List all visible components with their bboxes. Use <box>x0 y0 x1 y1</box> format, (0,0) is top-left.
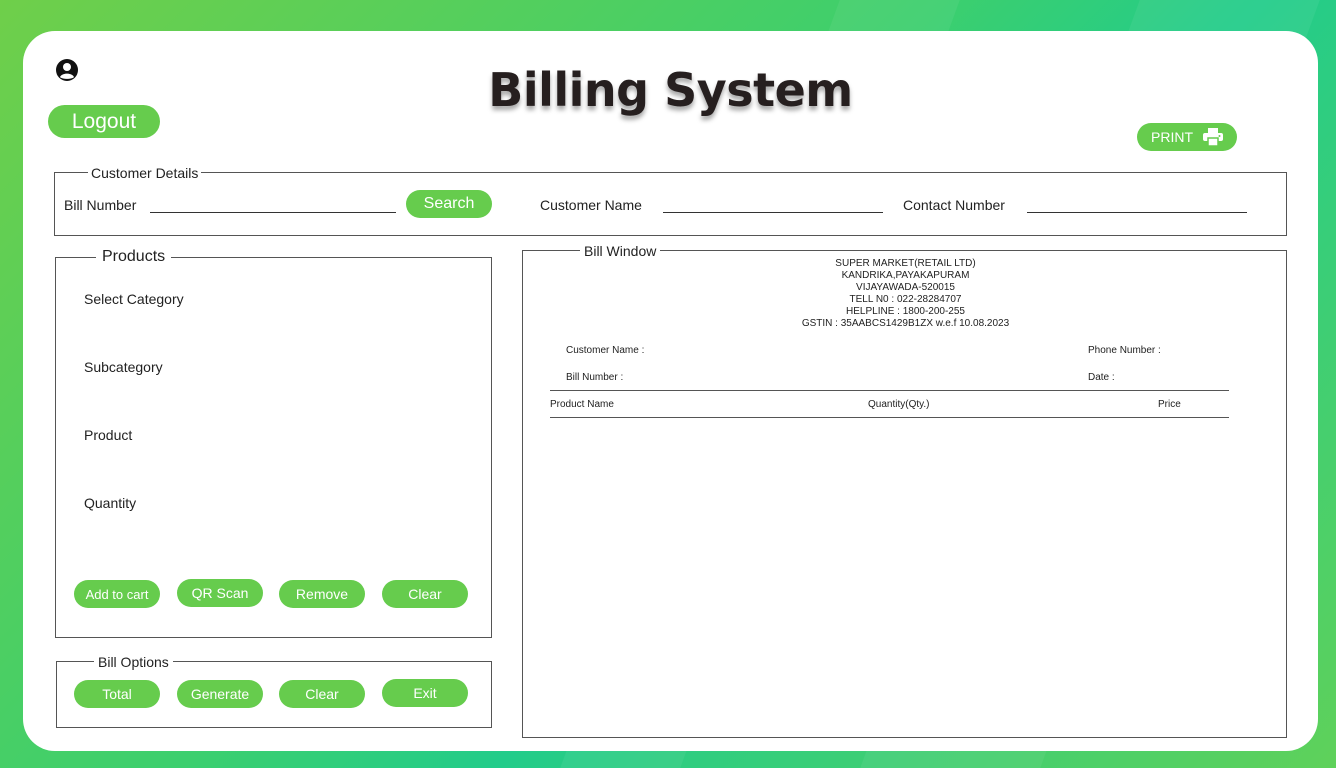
store-city: VIJAYAWADA-520015 <box>856 282 955 293</box>
generate-button[interactable]: Generate <box>177 680 263 708</box>
column-quantity: Quantity(Qty.) <box>868 399 930 410</box>
printer-icon <box>1203 128 1223 146</box>
qr-scan-button[interactable]: QR Scan <box>177 579 263 607</box>
customer-details-panel: Customer Details Bill Number Search Cust… <box>54 165 1287 236</box>
column-price: Price <box>1158 399 1181 410</box>
store-address: KANDRIKA,PAYAKAPURAM <box>841 270 970 281</box>
bill-number-display-label: Bill Number : <box>566 372 624 383</box>
subcategory-label: Subcategory <box>84 359 163 375</box>
bill-options-legend: Bill Options <box>94 654 173 670</box>
main-card: Logout Billing System PRINT Customer Det… <box>23 31 1318 751</box>
bill-number-label: Bill Number <box>64 197 137 213</box>
customer-details-legend: Customer Details <box>88 165 202 181</box>
add-to-cart-button[interactable]: Add to cart <box>74 580 160 608</box>
products-panel: Products Select Category Subcategory Pro… <box>55 249 492 638</box>
clear-cart-button[interactable]: Clear <box>382 580 468 608</box>
bill-date-label: Date : <box>1088 372 1115 383</box>
quantity-label: Quantity <box>84 495 137 511</box>
contact-number-label: Contact Number <box>903 197 1005 213</box>
products-legend: Products <box>96 249 172 265</box>
store-gstin: GSTIN : 35AABCS1429B1ZX w.e.f 10.08.2023 <box>801 318 1010 329</box>
store-phone: TELL N0 : 022-28284707 <box>849 294 962 305</box>
search-button[interactable]: Search <box>406 190 492 218</box>
clear-bill-button[interactable]: Clear <box>279 680 365 708</box>
bill-options-panel: Bill Options Total Generate Clear Exit <box>56 654 492 728</box>
bill-customer-name-label: Customer Name : <box>566 345 645 356</box>
store-name: SUPER MARKET(RETAIL LTD) <box>835 258 976 269</box>
customer-name-label: Customer Name <box>540 197 642 213</box>
bill-header-bottom-divider <box>550 417 1229 418</box>
total-button[interactable]: Total <box>74 680 160 708</box>
bill-number-input[interactable] <box>150 212 396 213</box>
store-helpline: HELPLINE : 1800-200-255 <box>846 306 965 317</box>
page-title: Billing System <box>488 63 853 117</box>
bill-window-legend: Bill Window <box>580 243 661 259</box>
bill-phone-number-label: Phone Number : <box>1088 345 1161 356</box>
bill-header-top-divider <box>550 390 1229 391</box>
store-header: SUPER MARKET(RETAIL LTD) KANDRIKA,PAYAKA… <box>523 258 1288 330</box>
exit-button[interactable]: Exit <box>382 679 468 707</box>
print-button[interactable]: PRINT <box>1137 123 1237 151</box>
product-label: Product <box>84 427 133 443</box>
customer-name-input[interactable] <box>663 212 883 213</box>
contact-number-input[interactable] <box>1027 212 1247 213</box>
bill-window-panel: Bill Window SUPER MARKET(RETAIL LTD) KAN… <box>522 243 1288 738</box>
select-category-label: Select Category <box>84 291 184 307</box>
print-label: PRINT <box>1151 129 1193 145</box>
remove-button[interactable]: Remove <box>279 580 365 608</box>
column-product-name: Product Name <box>550 399 614 410</box>
bill-items-area[interactable] <box>550 421 1229 721</box>
